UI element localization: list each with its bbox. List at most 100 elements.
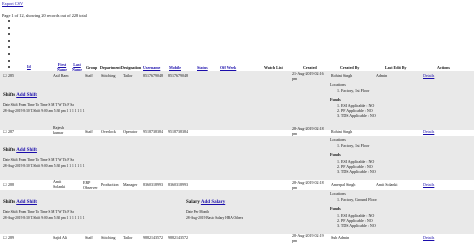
row-last-name: Solanki xyxy=(53,184,66,189)
bullet-icon xyxy=(8,66,10,69)
row-mobile: 9518738384 xyxy=(168,129,188,134)
row-checkbox[interactable]: ☐ xyxy=(3,129,7,135)
row-id: 287 xyxy=(8,129,14,134)
location-item: 1. Factory, 1st Floor xyxy=(337,88,370,93)
row-last-edit-by: Amit Solanki xyxy=(376,182,398,187)
details-link[interactable]: Details xyxy=(423,129,434,135)
shifts-label: Shifts xyxy=(3,93,16,98)
add-shift-link[interactable]: Add Shift xyxy=(16,93,37,98)
shifts-label: Shifts xyxy=(3,200,16,205)
details-link[interactable]: Details xyxy=(423,182,434,188)
shifts-header: Shifts Add Shift xyxy=(3,200,37,206)
col-created-by: Created By xyxy=(340,65,360,70)
fund-item: 3. TDS Applicable : NO xyxy=(337,223,376,228)
bullet-icon xyxy=(8,26,10,29)
row-department: Stitching xyxy=(101,73,116,78)
bullet-icon xyxy=(8,46,10,49)
row-department: Overlock xyxy=(101,129,116,134)
locations-label: Locations xyxy=(330,82,346,87)
salary-label: Salary xyxy=(186,200,200,205)
col-last-edit-by: Last Edit By xyxy=(385,65,407,70)
export-csv-link[interactable]: Export CSV xyxy=(2,1,23,7)
row-group: Staff xyxy=(85,73,93,78)
row-created-by: Rohini Singh xyxy=(331,129,353,134)
row-created-by: Amerpal Singh xyxy=(331,182,356,187)
location-item: 1. Factory, Ground Floor xyxy=(337,197,377,202)
row-id: 289 xyxy=(8,235,14,240)
add-shift-link[interactable]: Add Shift xyxy=(16,148,37,153)
shifts-label: Shifts xyxy=(3,148,16,153)
row-id: 288 xyxy=(8,182,14,187)
location-item: 1. Factory, 1st Floor xyxy=(337,143,370,148)
row-mobile: 8360318993 xyxy=(168,182,188,187)
col-username[interactable]: Username xyxy=(143,65,160,71)
row-created: 21-Aug-2019 02:16 pm xyxy=(292,71,324,81)
locations-label: Locations xyxy=(330,137,346,142)
row-first-name: Sajid Ali xyxy=(53,235,68,240)
add-shift-link[interactable]: Add Shift xyxy=(16,200,37,205)
row-username: 9882143572 xyxy=(143,235,163,240)
shift-columns: Date Shift From Time To Time S M T W Th … xyxy=(3,158,74,162)
funds-label: Funds xyxy=(330,97,341,102)
row-checkbox[interactable]: ☐ xyxy=(3,73,7,79)
row-checkbox[interactable]: ☐ xyxy=(3,182,7,188)
shift-columns: Date Shift From Time To Time S M T W Th … xyxy=(3,210,74,214)
row-department: Production xyxy=(101,182,119,187)
add-salary-link[interactable]: Add Salary xyxy=(201,200,225,205)
row-group: ERP Observer xyxy=(83,180,98,190)
row-mobile: 8517679048 xyxy=(168,73,188,78)
row-created: 28-Aug-2019 02:18 pm xyxy=(292,180,324,190)
row-created-by: Sub Admin xyxy=(331,235,350,240)
bullet-icon xyxy=(8,20,10,22)
shift-row: 28-Aug-2019 8:30 T.Shift 9:00 am 5:30 pm… xyxy=(3,216,85,220)
details-link[interactable]: Details xyxy=(423,235,434,241)
col-designation: Designation xyxy=(121,65,142,70)
salary-header: Salary Add Salary xyxy=(186,200,225,206)
row-group: Staff xyxy=(85,235,93,240)
row-username: 8517679048 xyxy=(143,73,163,78)
shift-row: 28-Aug-2019 8:30 T.Shift 9:00 am 5:30 pm… xyxy=(3,164,85,168)
funds-label: Funds xyxy=(330,152,341,157)
row-department: Stitching xyxy=(101,235,116,240)
row-last-edit-by: Admin xyxy=(376,73,388,78)
salary-columns: Date Per Month xyxy=(186,210,209,214)
salary-row: 28-Aug-2019 Basic Salary HRA Others xyxy=(186,216,244,220)
col-status[interactable]: Status xyxy=(197,65,208,71)
col-mobile[interactable]: Mobile xyxy=(169,65,181,71)
col-department: Department xyxy=(100,65,121,70)
row-last-name: kumar xyxy=(53,130,64,135)
bullet-icon xyxy=(8,33,10,36)
row-created: 28-Aug-2019 02:19 pm xyxy=(292,233,324,243)
row-designation: Manager xyxy=(123,182,138,187)
col-group: Group xyxy=(86,65,98,70)
bullet-icon xyxy=(8,39,10,42)
row-designation: Tailor xyxy=(123,235,133,240)
bullet-icon xyxy=(8,59,10,62)
row-designation: Tailor xyxy=(123,73,133,78)
funds-label: Funds xyxy=(330,206,341,211)
row-username: 8360318993 xyxy=(143,182,163,187)
row-band xyxy=(0,71,474,130)
col-off-week[interactable]: Off Week xyxy=(220,65,236,71)
fund-item: 3. TDS Applicable : NO xyxy=(337,113,376,118)
shift-columns: Date Shift From Time To Time S M T W Th … xyxy=(3,103,74,107)
shift-row: 28-Aug-2019 8:30 T.Shift 9:00 am 5:30 pm… xyxy=(3,109,85,113)
row-id: 285 xyxy=(8,73,14,78)
shifts-header: Shifts Add Shift xyxy=(3,148,37,154)
row-first-name: Asif Ram xyxy=(53,73,69,78)
row-designation: Operator xyxy=(123,129,138,134)
col-actions: Actions xyxy=(437,65,450,70)
row-created-by: Rohini Singh xyxy=(331,73,353,78)
col-id[interactable]: Id xyxy=(27,64,31,70)
col-watch-list: Watch List xyxy=(264,65,283,70)
bullet-list xyxy=(8,20,10,73)
locations-label: Locations xyxy=(330,191,346,196)
row-group: Staff xyxy=(85,129,93,134)
row-username: 9518738384 xyxy=(143,129,163,134)
row-checkbox[interactable]: ☐ xyxy=(3,235,7,241)
shifts-header: Shifts Add Shift xyxy=(3,93,37,99)
row-created: 28-Aug-2019 02:18 pm xyxy=(292,126,324,136)
row-mobile: 9882143572 xyxy=(168,235,188,240)
details-link[interactable]: Details xyxy=(423,73,434,79)
fund-item: 3. TDS Applicable : NO xyxy=(337,169,376,174)
